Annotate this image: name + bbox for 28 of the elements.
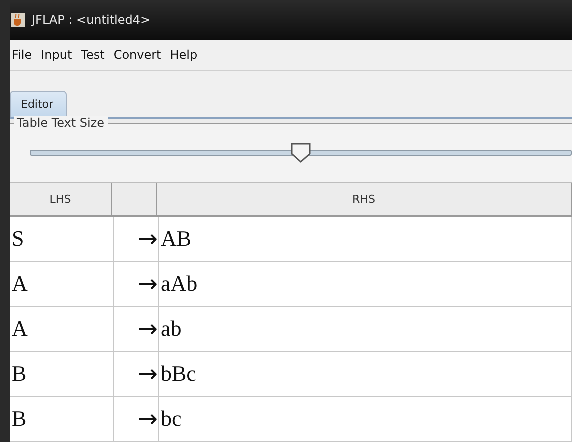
table-cell: bBc bbox=[159, 352, 572, 396]
table-cell: A bbox=[10, 307, 114, 351]
menu-item[interactable]: Test bbox=[81, 48, 105, 62]
group-title: Table Text Size bbox=[14, 116, 108, 130]
arrow-cell: → bbox=[114, 217, 159, 261]
table-cell: S bbox=[10, 217, 114, 261]
table-cell: B bbox=[10, 397, 114, 441]
text-size-slider[interactable] bbox=[30, 142, 572, 164]
column-header[interactable]: LHS bbox=[10, 183, 112, 215]
arrow-cell: → bbox=[114, 262, 159, 306]
menu-item[interactable]: File bbox=[12, 48, 32, 62]
slider-thumb[interactable] bbox=[290, 142, 312, 164]
cup-icon bbox=[10, 12, 26, 28]
table-cell: A bbox=[10, 262, 114, 306]
arrow-cell: → bbox=[114, 352, 159, 396]
menu-item[interactable]: Help bbox=[170, 48, 198, 62]
arrow-cell: → bbox=[114, 307, 159, 351]
table-cell: ab bbox=[159, 307, 572, 351]
menu-item[interactable]: Convert bbox=[114, 48, 162, 62]
table-cell: aAb bbox=[159, 262, 572, 306]
column-header[interactable]: RHS bbox=[157, 183, 572, 215]
table-cell: B bbox=[10, 352, 114, 396]
menu-item[interactable]: Input bbox=[41, 48, 72, 62]
window-title: JFLAP : <untitled4> bbox=[32, 13, 151, 27]
table-cell: AB bbox=[159, 217, 572, 261]
editor-tab[interactable]: Editor bbox=[10, 91, 67, 117]
table-cell: bc bbox=[159, 397, 572, 441]
arrow-cell: → bbox=[114, 397, 159, 441]
